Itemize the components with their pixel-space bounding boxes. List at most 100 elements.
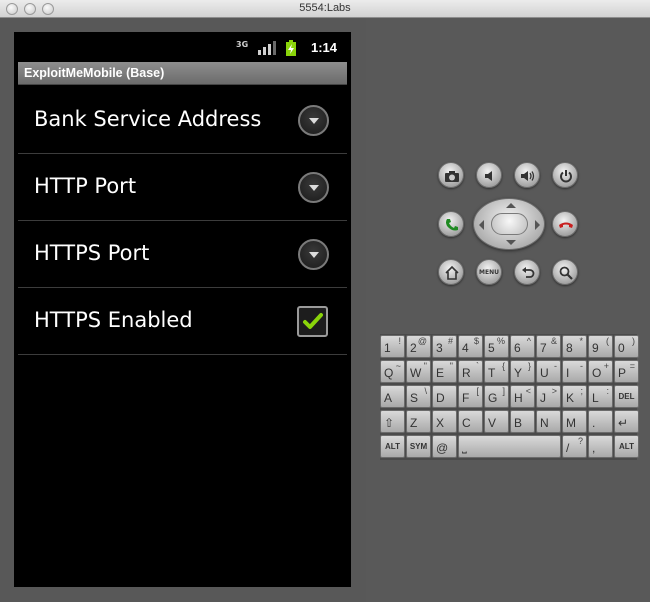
pref-label: HTTP Port bbox=[34, 174, 137, 198]
home-button[interactable] bbox=[438, 259, 464, 285]
key-3[interactable]: 3 # bbox=[432, 335, 457, 358]
key-symbol[interactable]: . bbox=[588, 410, 613, 433]
key-y[interactable]: Y} bbox=[510, 360, 535, 383]
key-g[interactable]: G] bbox=[484, 385, 509, 408]
pref-https-enabled[interactable]: HTTPS Enabled bbox=[18, 288, 347, 355]
volume-down-button[interactable] bbox=[476, 162, 502, 188]
pref-bank-service-address[interactable]: Bank Service Address bbox=[18, 87, 347, 154]
key-space[interactable]: ⎵ bbox=[458, 435, 561, 458]
camera-icon bbox=[445, 171, 459, 182]
key-label: R bbox=[462, 366, 471, 380]
key-z[interactable]: Z bbox=[406, 410, 431, 433]
key-i[interactable]: I- bbox=[562, 360, 587, 383]
call-button[interactable] bbox=[438, 211, 464, 237]
network-3g-icon: 3G bbox=[236, 40, 249, 49]
end-call-button[interactable] bbox=[552, 211, 578, 237]
key-label: H bbox=[514, 391, 523, 405]
key-alt-label: = bbox=[629, 361, 635, 371]
key-t[interactable]: T{ bbox=[484, 360, 509, 383]
key-alt-label: & bbox=[550, 336, 557, 346]
key-alt-label: < bbox=[525, 386, 531, 396]
https-enabled-checkbox[interactable] bbox=[297, 306, 328, 337]
pref-http-port[interactable]: HTTP Port bbox=[18, 154, 347, 221]
dpad[interactable] bbox=[473, 198, 545, 250]
app-title-bar: ExploitMeMobile (Base) bbox=[18, 62, 347, 85]
search-button[interactable] bbox=[552, 259, 578, 285]
key-s[interactable]: S \ bbox=[406, 385, 431, 408]
key-symbol[interactable]: ↵ bbox=[614, 410, 639, 433]
key-label: G bbox=[488, 391, 498, 405]
dpad-up-icon[interactable] bbox=[506, 203, 516, 208]
device-screen[interactable]: 3G 1:14 ExploitMeMobile (Base) Bank Serv… bbox=[14, 32, 351, 587]
key-7[interactable]: 7 & bbox=[536, 335, 561, 358]
key-del[interactable]: DEL bbox=[614, 385, 639, 408]
key-p[interactable]: P = bbox=[614, 360, 639, 383]
power-button[interactable] bbox=[552, 162, 578, 188]
key-alt-label: } bbox=[527, 361, 531, 371]
key-label: L bbox=[592, 391, 599, 405]
key-e[interactable]: E " bbox=[432, 360, 457, 383]
key-k[interactable]: K; bbox=[562, 385, 587, 408]
key-4[interactable]: 4 $ bbox=[458, 335, 483, 358]
key-alt[interactable]: ALT bbox=[614, 435, 639, 458]
camera-button[interactable] bbox=[438, 162, 464, 188]
key-a[interactable]: A bbox=[380, 385, 405, 408]
key-b[interactable]: B bbox=[510, 410, 535, 433]
key-j[interactable]: J > bbox=[536, 385, 561, 408]
key-1[interactable]: 1! bbox=[380, 335, 405, 358]
key-h[interactable]: H < bbox=[510, 385, 535, 408]
key-label: K bbox=[566, 391, 575, 405]
key-w[interactable]: W " bbox=[406, 360, 431, 383]
key-5[interactable]: 5% bbox=[484, 335, 509, 358]
key-n[interactable]: N bbox=[536, 410, 561, 433]
dpad-center-button[interactable] bbox=[491, 213, 528, 235]
key-label: , bbox=[592, 441, 596, 455]
key-label: B bbox=[514, 416, 523, 430]
key-alt-label: ^ bbox=[526, 336, 531, 346]
dpad-down-icon[interactable] bbox=[506, 240, 516, 245]
dpad-right-icon[interactable] bbox=[535, 220, 540, 230]
key-6[interactable]: 6 ^ bbox=[510, 335, 535, 358]
key-u[interactable]: U- bbox=[536, 360, 561, 383]
key-alt-label: - bbox=[554, 361, 557, 371]
key-symbol[interactable]: @ bbox=[432, 435, 457, 458]
key-label: V bbox=[488, 416, 497, 430]
key-label: 3 bbox=[436, 341, 443, 355]
menu-icon: MENU bbox=[479, 269, 499, 276]
key-alt-label: ? bbox=[577, 436, 583, 446]
key-label: SYM bbox=[409, 442, 428, 451]
pref-https-port[interactable]: HTTPS Port bbox=[18, 221, 347, 288]
home-icon bbox=[445, 265, 459, 280]
key-l[interactable]: L: bbox=[588, 385, 613, 408]
call-icon bbox=[446, 219, 458, 231]
key-sym[interactable]: SYM bbox=[406, 435, 431, 458]
key-q[interactable]: Q ~ bbox=[380, 360, 405, 383]
key-m[interactable]: M bbox=[562, 410, 587, 433]
key-label: ⇧ bbox=[384, 416, 395, 430]
key-2[interactable]: 2 @ bbox=[406, 335, 431, 358]
key-x[interactable]: X bbox=[432, 410, 457, 433]
key-alt-label: + bbox=[603, 361, 609, 371]
back-button[interactable] bbox=[514, 259, 540, 285]
key-label: Q bbox=[384, 366, 394, 380]
key-0[interactable]: 0) bbox=[614, 335, 639, 358]
menu-button[interactable]: MENU bbox=[476, 259, 502, 285]
key-9[interactable]: 9( bbox=[588, 335, 613, 358]
key-alt[interactable]: ALT bbox=[380, 435, 405, 458]
key-symbol[interactable]: /? bbox=[562, 435, 587, 458]
key-o[interactable]: O + bbox=[588, 360, 613, 383]
volume-up-button[interactable] bbox=[514, 162, 540, 188]
key-label: I bbox=[566, 366, 570, 380]
key-label: A bbox=[384, 391, 393, 405]
key-symbol[interactable]: , bbox=[588, 435, 613, 458]
dpad-left-icon[interactable] bbox=[479, 220, 484, 230]
key-v[interactable]: V bbox=[484, 410, 509, 433]
key-c[interactable]: C bbox=[458, 410, 483, 433]
key-symbol[interactable]: ⇧ bbox=[380, 410, 405, 433]
key-r[interactable]: R ` bbox=[458, 360, 483, 383]
key-d[interactable]: D bbox=[432, 385, 457, 408]
key-8[interactable]: 8 * bbox=[562, 335, 587, 358]
key-label: ALT bbox=[385, 442, 400, 451]
key-f[interactable]: F[ bbox=[458, 385, 483, 408]
power-icon bbox=[560, 170, 572, 183]
